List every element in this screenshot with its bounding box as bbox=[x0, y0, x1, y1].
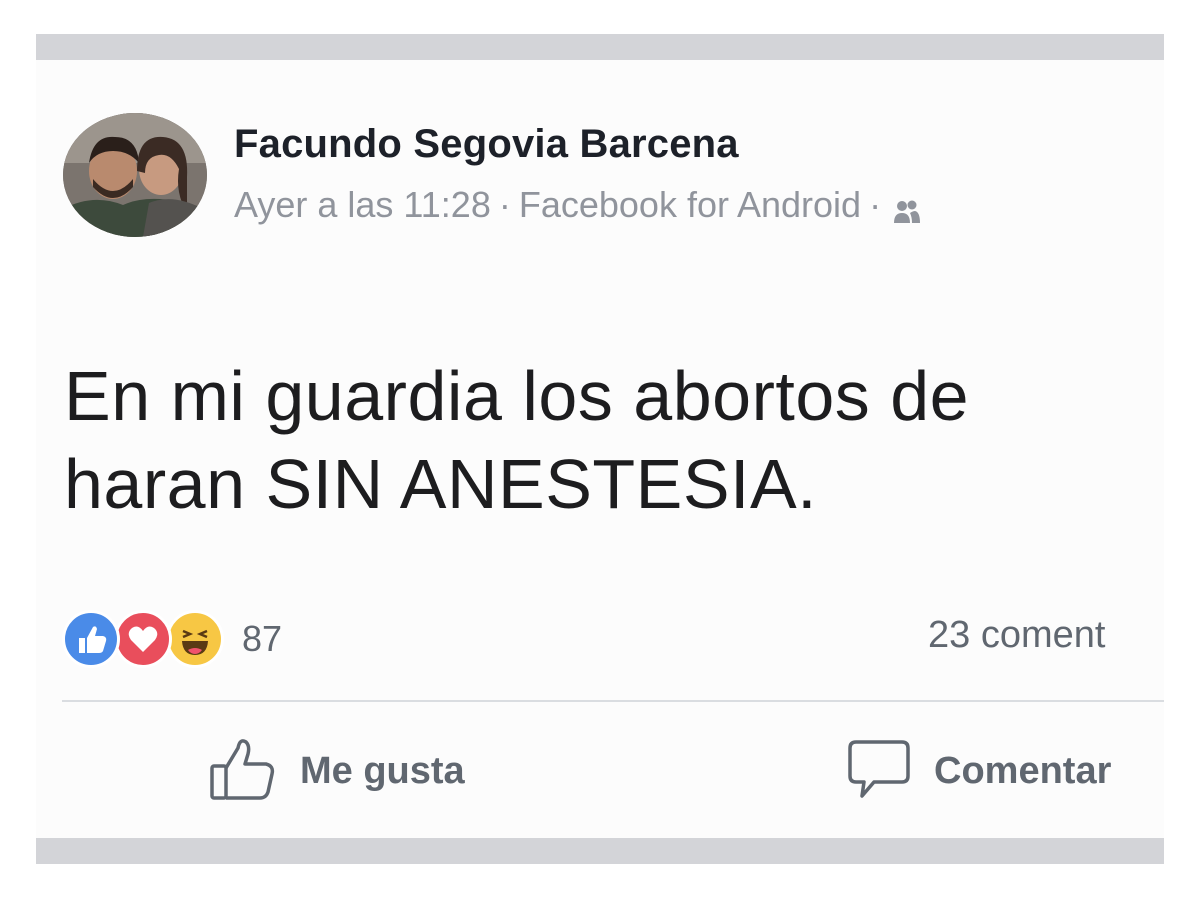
comment-bubble-icon bbox=[846, 736, 912, 807]
meta-separator: · bbox=[498, 184, 511, 225]
page: Facundo Segovia Barcena Ayer a las 11:28… bbox=[0, 0, 1200, 900]
friends-icon[interactable] bbox=[893, 192, 921, 223]
author-name[interactable]: Facundo Segovia Barcena bbox=[234, 122, 739, 167]
bottom-border-bar bbox=[36, 838, 1164, 864]
actions-divider bbox=[62, 700, 1164, 702]
like-reaction-icon bbox=[62, 610, 120, 668]
post-text-line: haran SIN ANESTESIA. bbox=[64, 445, 818, 523]
reactions-summary[interactable]: 87 bbox=[62, 610, 282, 668]
post-meta: Ayer a las 11:28 · Facebook for Android … bbox=[234, 184, 921, 226]
thumbs-up-icon bbox=[208, 734, 278, 809]
reaction-count[interactable]: 87 bbox=[242, 618, 282, 660]
meta-separator: · bbox=[869, 184, 882, 225]
post-text: En mi guardia los abortos de haran SIN A… bbox=[64, 352, 1154, 528]
comment-count[interactable]: 23 coment bbox=[928, 614, 1164, 657]
haha-reaction-icon bbox=[166, 610, 224, 668]
post-text-line: En mi guardia los abortos de bbox=[64, 357, 970, 435]
like-button-label: Me gusta bbox=[300, 750, 465, 792]
post-source: Facebook for Android bbox=[518, 184, 862, 225]
comment-button-label: Comentar bbox=[934, 750, 1112, 792]
like-button[interactable]: Me gusta bbox=[208, 734, 465, 809]
comment-button[interactable]: Comentar bbox=[846, 736, 1111, 807]
love-reaction-icon bbox=[114, 610, 172, 668]
top-border-bar bbox=[36, 34, 1164, 60]
post-timestamp[interactable]: Ayer a las 11:28 bbox=[234, 184, 491, 226]
post-card: Facundo Segovia Barcena Ayer a las 11:28… bbox=[36, 60, 1164, 838]
author-avatar[interactable] bbox=[63, 113, 207, 237]
